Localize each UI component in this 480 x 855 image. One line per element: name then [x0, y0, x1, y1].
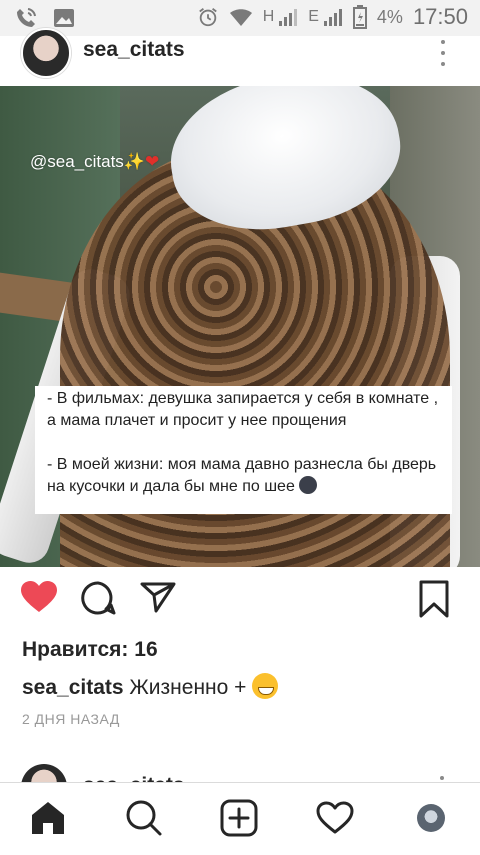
laughing-emoji-icon [252, 673, 279, 699]
bookmark-icon [419, 580, 449, 618]
quote-card: - В фильмах: девушка запирается у себя в… [35, 386, 452, 514]
comment-icon [81, 581, 116, 615]
network-type-e: E [308, 8, 319, 25]
post-image[interactable]: @sea_citats✨❤ - В фильмах: девушка запир… [0, 86, 480, 567]
avatar[interactable] [21, 28, 71, 78]
profile-avatar [417, 804, 445, 832]
next-post-username[interactable]: sea_citats [83, 774, 185, 782]
nav-add-button[interactable] [219, 798, 259, 838]
wifi-icon [229, 7, 253, 27]
caption-username[interactable]: sea_citats [22, 676, 124, 699]
more-dot [440, 776, 444, 780]
nav-activity-button[interactable] [315, 798, 355, 838]
network-type-h: H [262, 8, 275, 25]
signal-icon [323, 7, 343, 27]
post-timestamp: 2 ДНЯ НАЗАД [22, 711, 120, 727]
post-username[interactable]: sea_citats [83, 38, 185, 62]
like-button[interactable] [20, 580, 60, 620]
signal-icon [278, 7, 298, 27]
quote-line-2: - В моей жизни: моя мама давно разнесла … [47, 456, 437, 495]
battery-percent: 4% [376, 6, 403, 27]
comment-button[interactable] [80, 580, 120, 620]
clock-time: 17:50 [412, 4, 468, 29]
heart-emoji-icon: ❤ [144, 152, 160, 171]
more-dot [441, 62, 445, 66]
nav-home-button[interactable] [28, 798, 68, 838]
caption-text: Жизненно + [129, 676, 247, 699]
likes-count[interactable]: Нравится: 16 [22, 638, 158, 662]
image-icon [52, 6, 76, 30]
avatar[interactable] [21, 764, 67, 782]
quote-line-1: - В фильмах: девушка запирается у себя в… [47, 390, 439, 429]
add-post-icon [220, 799, 258, 837]
status-bar: H E 4% 17:50 [0, 0, 480, 36]
share-button[interactable] [140, 580, 180, 620]
more-options-button[interactable] [438, 40, 448, 66]
home-icon [32, 802, 64, 834]
post-caption: sea_citats Жизненно + [22, 673, 279, 700]
more-dot [441, 40, 445, 44]
battery-icon [352, 5, 367, 29]
post-actions [0, 580, 480, 626]
post-header: sea_citats [0, 28, 480, 86]
image-watermark: @sea_citats✨❤ [30, 152, 159, 172]
alarm-icon [197, 6, 219, 28]
more-dot [441, 51, 445, 55]
bottom-navigation [0, 782, 480, 855]
quote-line-2-wrap: - В моей жизни: моя мама давно разнесла … [47, 454, 440, 498]
sparkle-icon: ✨ [123, 152, 145, 171]
phone-wifi-icon [14, 6, 38, 30]
heart-filled-icon [21, 581, 57, 612]
next-post-header: sea_citats [0, 764, 480, 782]
nav-profile-button[interactable] [411, 798, 451, 838]
send-icon [140, 582, 176, 613]
grimace-emoji-icon [299, 476, 318, 494]
nav-search-button[interactable] [124, 798, 164, 838]
save-button[interactable] [418, 580, 458, 620]
watermark-text: @sea_citats [30, 152, 124, 171]
activity-heart-icon [316, 801, 354, 834]
search-icon [126, 800, 162, 836]
